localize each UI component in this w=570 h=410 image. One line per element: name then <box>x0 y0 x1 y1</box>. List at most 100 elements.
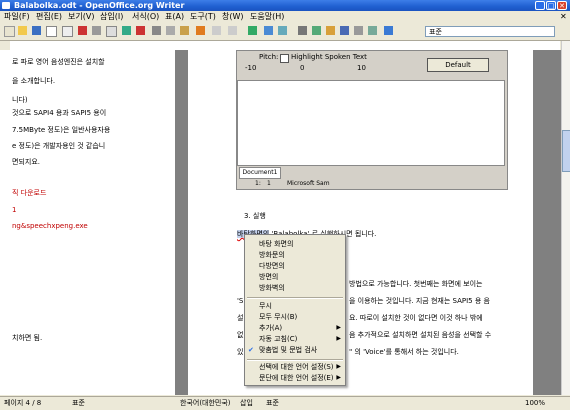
status-line: 1 <box>267 180 271 187</box>
vertical-scrollbar[interactable] <box>561 41 570 395</box>
print-icon[interactable] <box>92 26 101 35</box>
doc-line: 니다) <box>12 96 28 104</box>
language-for-paragraph-item[interactable]: 문단에 대한 언어 설정(E) ▶ <box>245 373 345 383</box>
document-tab: Document1 <box>239 167 281 179</box>
window-title: Balabolka.odt - OpenOffice.org Writer <box>14 1 185 10</box>
menu-separator <box>247 297 343 299</box>
status-language[interactable]: 한국어(대한민국) <box>180 397 231 410</box>
redo-icon[interactable] <box>228 26 237 35</box>
default-button: Default <box>427 58 489 72</box>
new-document-icon[interactable] <box>4 26 15 37</box>
suggestion-item[interactable]: 바탕 화면의 <box>245 239 345 249</box>
data-sources-icon[interactable] <box>340 26 349 35</box>
show-draw-functions-icon[interactable] <box>278 26 287 35</box>
help-icon[interactable] <box>384 26 393 35</box>
nonprinting-characters-icon[interactable] <box>354 26 363 35</box>
menu-view[interactable]: 보기(V) <box>68 11 94 23</box>
autospellcheck-icon[interactable] <box>136 26 145 35</box>
cut-icon[interactable] <box>152 26 161 35</box>
doc-link[interactable]: 1 <box>12 206 16 215</box>
menu-help[interactable]: 도움말(H) <box>250 11 284 23</box>
document-page-right[interactable]: Pitch: Highlight Spoken Text -10 0 10 De… <box>188 50 533 395</box>
status-zoom[interactable]: 100% <box>525 397 545 410</box>
minimize-button[interactable]: _ <box>535 1 545 10</box>
menu-separator <box>247 359 343 361</box>
doc-link[interactable]: ng&speechxpeng.exe <box>12 222 88 231</box>
spellcheck-icon: ✔ <box>248 346 254 354</box>
find-replace-icon[interactable] <box>298 26 307 35</box>
menu-insert[interactable]: 삽입(I) <box>100 11 123 23</box>
add-to-dictionary-item[interactable]: 추가(A) ▶ <box>245 323 345 333</box>
format-paintbrush-icon[interactable] <box>196 26 205 35</box>
ignore-item[interactable]: 무시 <box>245 301 345 311</box>
doc-line: 것으로 SAPI4 용과 SAPI5 용이 <box>12 109 107 117</box>
close-button[interactable]: ✕ <box>557 1 567 10</box>
autocorrect-item[interactable]: 자동 고침(C) ▶ <box>245 334 345 344</box>
navigator-icon[interactable] <box>312 26 321 35</box>
hyperlink-icon[interactable] <box>248 26 257 35</box>
submenu-arrow-icon: ▶ <box>336 374 341 381</box>
page-preview-icon[interactable] <box>106 26 117 37</box>
menu-tools[interactable]: 도구(T) <box>190 11 216 23</box>
undo-icon[interactable] <box>212 26 221 35</box>
language-for-selection-item[interactable]: 선택에 대한 언어 설정(S) ▶ <box>245 362 345 372</box>
gallery-icon[interactable] <box>326 26 335 35</box>
status-page[interactable]: 페이지 4 / 8 <box>4 397 41 410</box>
spellcheck-context-menu: 바탕 화면의 방화문의 다방면의 방면의 방화벽의 무시 모두 무시(B) 추가… <box>244 234 346 386</box>
menu-table[interactable]: 표(A) <box>165 11 184 23</box>
status-bar: 페이지 4 / 8 표준 한국어(대한민국) 삽입 표준 100% <box>0 396 570 410</box>
submenu-arrow-icon: ▶ <box>336 324 341 331</box>
paragraph-style-combobox[interactable]: 표준 <box>425 26 555 37</box>
doc-line: 치하면 됨. <box>12 334 43 342</box>
document-page-left[interactable]: 로 파로 영어 음성엔진은 설치할 을 소개합니다. 니다) 것으로 SAPI4… <box>10 50 175 395</box>
status-insert-mode[interactable]: 삽입 <box>240 397 253 410</box>
highlight-checkbox <box>280 54 289 63</box>
paragraph-style-value: 표준 <box>429 28 442 36</box>
doc-line: 을 이용하는 것입니다. 지금 현재는 SAPI5 용 음 <box>349 297 490 305</box>
doc-line-fragment: 있 <box>237 348 244 356</box>
doc-line: 면되지요. <box>12 158 40 166</box>
pitch-zero: 0 <box>300 64 305 72</box>
status-page-style[interactable]: 표준 <box>72 397 85 410</box>
menu-bar: 파일(F) 편집(E) 보기(V) 삽입(I) 서식(O) 표(A) 도구(T)… <box>0 11 570 23</box>
suggestion-item[interactable]: 다방면의 <box>245 261 345 271</box>
doc-link[interactable]: 직 다운로드 <box>12 189 46 198</box>
table-icon[interactable] <box>264 26 273 35</box>
mail-icon[interactable] <box>46 26 57 37</box>
embedded-screenshot-image[interactable]: Pitch: Highlight Spoken Text -10 0 10 De… <box>236 50 508 190</box>
save-icon[interactable] <box>32 26 41 35</box>
doc-line: 7.5MByte 정도)은 일반사용자용 <box>12 126 111 134</box>
menu-format[interactable]: 서식(O) <box>132 11 159 23</box>
pitch-max: 10 <box>357 64 366 72</box>
pdf-export-icon[interactable] <box>78 26 87 35</box>
status-voice: Microsoft Sam <box>287 180 330 187</box>
open-folder-icon[interactable] <box>18 26 27 35</box>
spelling-grammar-item[interactable]: ✔ 맞춤법 및 문법 검사 <box>245 345 345 355</box>
pitch-min: -10 <box>245 64 257 72</box>
suggestion-item[interactable]: 방화문의 <box>245 250 345 260</box>
status-selection-mode[interactable]: 표준 <box>266 397 279 410</box>
doc-line: 방법으로 가능합니다. 첫번째는 화면에 보이는 <box>349 280 483 288</box>
copy-icon[interactable] <box>166 26 175 35</box>
suggestion-item[interactable]: 방화벽의 <box>245 283 345 293</box>
submenu-arrow-icon: ▶ <box>336 335 341 342</box>
suggestion-item[interactable]: 방면의 <box>245 272 345 282</box>
status-position: 1: <box>255 180 261 187</box>
menu-window[interactable]: 창(W) <box>222 11 244 23</box>
maximize-button[interactable]: □ <box>546 1 556 10</box>
doc-line: e 정도)은 개발자용인 것 같습니 <box>12 142 106 150</box>
paste-icon[interactable] <box>180 26 189 35</box>
spellcheck-icon[interactable] <box>122 26 131 35</box>
pitch-label: Pitch: <box>259 53 279 61</box>
app-icon <box>2 2 10 9</box>
menu-edit[interactable]: 편집(E) <box>36 11 62 23</box>
edit-file-icon[interactable] <box>62 26 73 37</box>
ignore-all-item[interactable]: 모두 무시(B) <box>245 312 345 322</box>
scrollbar-thumb[interactable] <box>562 130 570 172</box>
submenu-arrow-icon: ▶ <box>336 363 341 370</box>
zoom-icon[interactable] <box>368 26 377 35</box>
doc-line: 요. 따로이 설치한 것이 없다면 이것 하나 밖에 <box>349 314 483 322</box>
menu-file[interactable]: 파일(F) <box>4 11 30 23</box>
close-document-icon[interactable]: ✕ <box>560 11 567 23</box>
doc-line: 음 추가적으로 설치하면 설치된 음성을 선택할 수 <box>349 331 492 339</box>
